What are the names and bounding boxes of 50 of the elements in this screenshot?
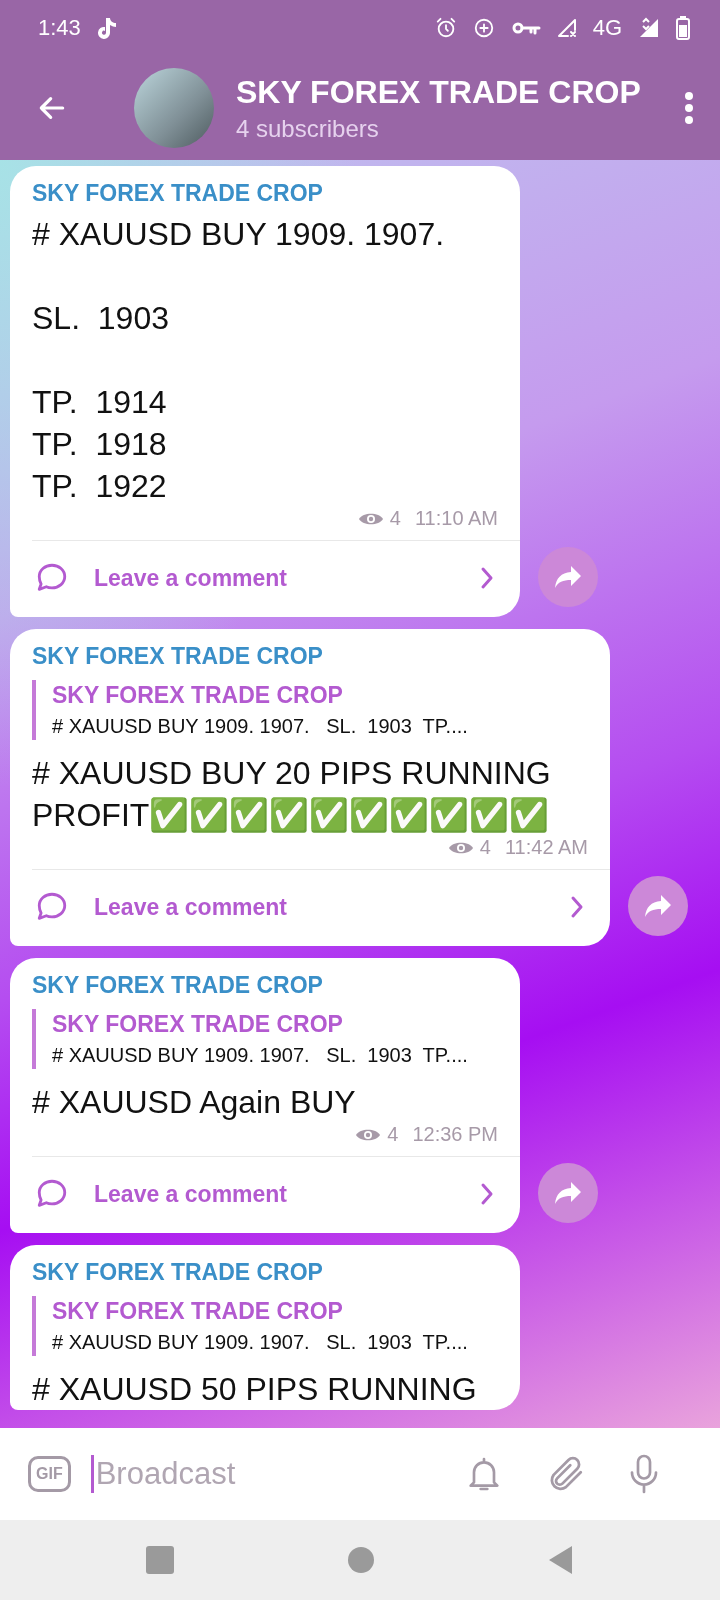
leave-comment-button[interactable]: Leave a comment — [32, 1156, 520, 1233]
reply-author: SKY FOREX TRADE CROP — [52, 1298, 344, 1325]
quoted-reply[interactable]: SKY FOREX TRADE CROP # XAUUSD BUY 1909. 1907. SL. 1903 TP.... — [32, 1009, 498, 1069]
network-type: 4G — [592, 15, 622, 41]
share-arrow-icon — [553, 564, 583, 590]
message-author[interactable]: SKY FOREX TRADE CROP — [10, 643, 610, 670]
signal-icon — [638, 17, 660, 39]
share-button[interactable] — [628, 876, 688, 936]
view-count: 4 — [479, 836, 491, 859]
quoted-reply[interactable]: SKY FOREX TRADE CROP # XAUUSD BUY 1909. 1907. SL. 1903 TP.... — [32, 1296, 498, 1356]
chevron-right-icon — [570, 895, 584, 919]
share-arrow-icon — [553, 1180, 583, 1206]
reply-text: # XAUUSD BUY 1909. 1907. SL. 1903 TP.... — [52, 715, 469, 738]
channel-title[interactable]: SKY FOREX TRADE CROP — [236, 73, 668, 111]
message-time: 11:42 AM — [504, 836, 588, 859]
more-vertical-icon — [684, 91, 694, 125]
message-text: # XAUUSD Again BUY — [31, 1083, 357, 1122]
message-author[interactable]: SKY FOREX TRADE CROP — [10, 972, 520, 999]
reply-author: SKY FOREX TRADE CROP — [52, 1011, 344, 1038]
share-arrow-icon — [643, 893, 673, 919]
gif-button[interactable]: GIF — [28, 1456, 71, 1492]
signal-off-icon — [556, 18, 577, 38]
status-time: 1:43 — [38, 15, 81, 41]
chevron-right-icon — [480, 1182, 494, 1206]
message-author[interactable]: SKY FOREX TRADE CROP — [10, 180, 520, 207]
view-count: 4 — [387, 1123, 399, 1146]
square-icon — [146, 1546, 175, 1574]
subscriber-count: 4 subscribers — [236, 114, 380, 143]
triangle-icon — [547, 1545, 574, 1575]
quoted-reply[interactable]: SKY FOREX TRADE CROP # XAUUSD BUY 1909. 1907. SL. 1903 TP.... — [32, 680, 588, 740]
message-text: # XAUUSD BUY 20 PIPS RUNNING PROFIT✅✅✅✅✅✅✅✅✅✅ — [31, 754, 552, 835]
reply-text: # XAUUSD BUY 1909. 1907. SL. 1903 TP.... — [52, 1331, 469, 1354]
share-button[interactable] — [538, 1163, 598, 1223]
reply-author: SKY FOREX TRADE CROP — [52, 682, 344, 709]
message-author[interactable]: SKY FOREX TRADE CROP — [10, 1259, 520, 1286]
music-note-icon — [96, 17, 117, 39]
leave-comment-button[interactable]: Leave a comment — [32, 869, 610, 946]
alarm-clock-icon — [434, 17, 457, 39]
plus-circle-icon — [472, 17, 495, 39]
view-count: 4 — [389, 507, 401, 530]
message-time: 12:36 PM — [412, 1123, 498, 1146]
reply-text: # XAUUSD BUY 1909. 1907. SL. 1903 TP.... — [52, 1044, 469, 1067]
circle-icon — [347, 1546, 375, 1574]
battery-icon — [676, 16, 690, 40]
message-text: # XAUUSD 50 PIPS RUNNING — [31, 1370, 478, 1409]
chevron-right-icon — [480, 566, 494, 590]
message-time: 11:10 AM — [414, 507, 498, 530]
message-text: # XAUUSD BUY 1909. 1907. SL. 1903 TP. 1914 TP. 1918 TP. 1922 — [31, 215, 446, 506]
leave-comment-button[interactable]: Leave a comment — [32, 540, 520, 617]
key-icon — [510, 20, 541, 36]
